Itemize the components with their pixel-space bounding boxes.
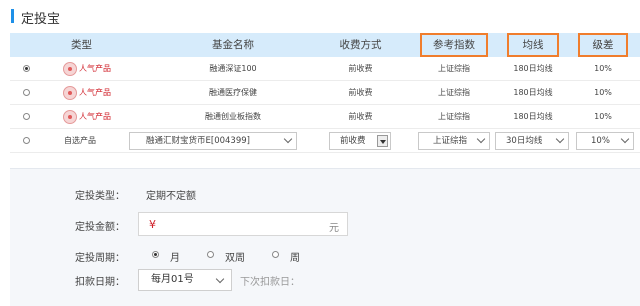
hot-product-tag: 人气产品: [63, 85, 123, 101]
chevron-down-icon: [215, 274, 225, 284]
period-option-month[interactable]: 月: [170, 249, 180, 264]
row-ma: 180日均线: [513, 88, 553, 97]
custom-row-type: 自选产品: [64, 136, 96, 145]
header-fund-name: 基金名称: [212, 39, 254, 51]
header-type: 类型: [71, 39, 92, 51]
period-radio-month[interactable]: [152, 251, 159, 258]
row-fund-name: 融通创业板指数: [205, 112, 261, 121]
index-select-value: 上证综指: [433, 136, 468, 146]
row-fee: 前收费: [348, 64, 373, 73]
diff-select-value: 10%: [591, 136, 610, 146]
row-diff: 10%: [594, 64, 612, 73]
row-fee: 前收费: [348, 88, 373, 97]
amount-input[interactable]: ¥ 元: [138, 212, 348, 236]
debit-date-select[interactable]: 每月01号: [138, 269, 232, 291]
hot-badge-icon: [63, 86, 77, 100]
custom-product-row[interactable]: 自选产品 融通汇财宝货币E[004399] 前收费 上证综指 30日均线 10%: [10, 129, 640, 153]
plan-type-value: 定期不定额: [146, 191, 196, 202]
debit-date-label: 扣款日期：: [75, 277, 125, 288]
header-ma: 均线: [507, 33, 559, 57]
header-index: 参考指数: [420, 33, 488, 57]
period-radio-biweek[interactable]: [207, 251, 214, 258]
row-ma: 180日均线: [513, 64, 553, 73]
title-accent-bar: [11, 9, 14, 23]
section-header: 定投宝: [0, 0, 640, 32]
period-label: 定投周期：: [75, 253, 125, 264]
fund-select-value: 融通汇财宝货币E[004399]: [146, 136, 250, 146]
table-row[interactable]: 人气产品 融通创业板指数 前收费 上证综指 180日均线 10%: [10, 105, 640, 129]
fund-select[interactable]: 融通汇财宝货币E[004399]: [129, 132, 297, 150]
next-debit-label: 下次扣款日：: [240, 277, 300, 288]
hot-product-tag: 人气产品: [63, 61, 123, 77]
ma-select[interactable]: 30日均线: [495, 132, 569, 150]
chevron-down-icon: [283, 134, 293, 144]
row-diff: 10%: [594, 88, 612, 97]
hot-badge-icon: [63, 62, 77, 76]
index-select[interactable]: 上证综指: [418, 132, 490, 150]
row-ma: 180日均线: [513, 112, 553, 121]
row-radio[interactable]: [23, 113, 30, 120]
row-fund-name: 融通深证100: [209, 64, 257, 73]
row-index: 上证综指: [438, 64, 470, 73]
table-row[interactable]: 人气产品 融通医疗保健 前收费 上证综指 180日均线 10%: [10, 81, 640, 105]
ma-select-value: 30日均线: [506, 136, 543, 146]
row-index: 上证综指: [438, 112, 470, 121]
dropdown-arrow-icon: [377, 135, 388, 147]
row-fund-name: 融通医疗保健: [209, 88, 257, 97]
period-radio-week[interactable]: [272, 251, 279, 258]
debit-date-value: 每月01号: [151, 274, 194, 285]
row-type: 人气产品: [79, 88, 111, 97]
period-option-biweek[interactable]: 双周: [225, 249, 245, 264]
row-index: 上证综指: [438, 88, 470, 97]
chevron-down-icon: [555, 134, 565, 144]
custom-row-radio[interactable]: [23, 137, 30, 144]
period-option-week[interactable]: 周: [290, 249, 300, 264]
chevron-down-icon: [620, 134, 630, 144]
hot-badge-icon: [63, 110, 77, 124]
row-type: 人气产品: [79, 64, 111, 73]
plan-type-label: 定投类型：: [75, 191, 125, 202]
fee-select[interactable]: 前收费: [329, 132, 391, 150]
header-fee: 收费方式: [339, 39, 382, 51]
currency-symbol: ¥: [149, 218, 156, 231]
page-title: 定投宝: [21, 12, 61, 27]
diff-select[interactable]: 10%: [576, 132, 634, 150]
row-radio-selected[interactable]: [23, 65, 30, 72]
row-diff: 10%: [594, 112, 612, 121]
table-row[interactable]: 人气产品 融通深证100 前收费 上证综指 180日均线 10%: [10, 57, 640, 81]
table-header: 类型 基金名称 收费方式 参考指数 均线 级差: [10, 33, 640, 57]
row-fee: 前收费: [348, 112, 373, 121]
amount-unit: 元: [329, 223, 339, 234]
header-diff: 级差: [578, 33, 628, 57]
row-radio[interactable]: [23, 89, 30, 96]
amount-label: 定投金额：: [75, 222, 125, 233]
fee-select-value: 前收费: [340, 136, 366, 146]
hot-product-tag: 人气产品: [63, 109, 123, 125]
row-type: 人气产品: [79, 112, 111, 121]
chevron-down-icon: [476, 134, 486, 144]
